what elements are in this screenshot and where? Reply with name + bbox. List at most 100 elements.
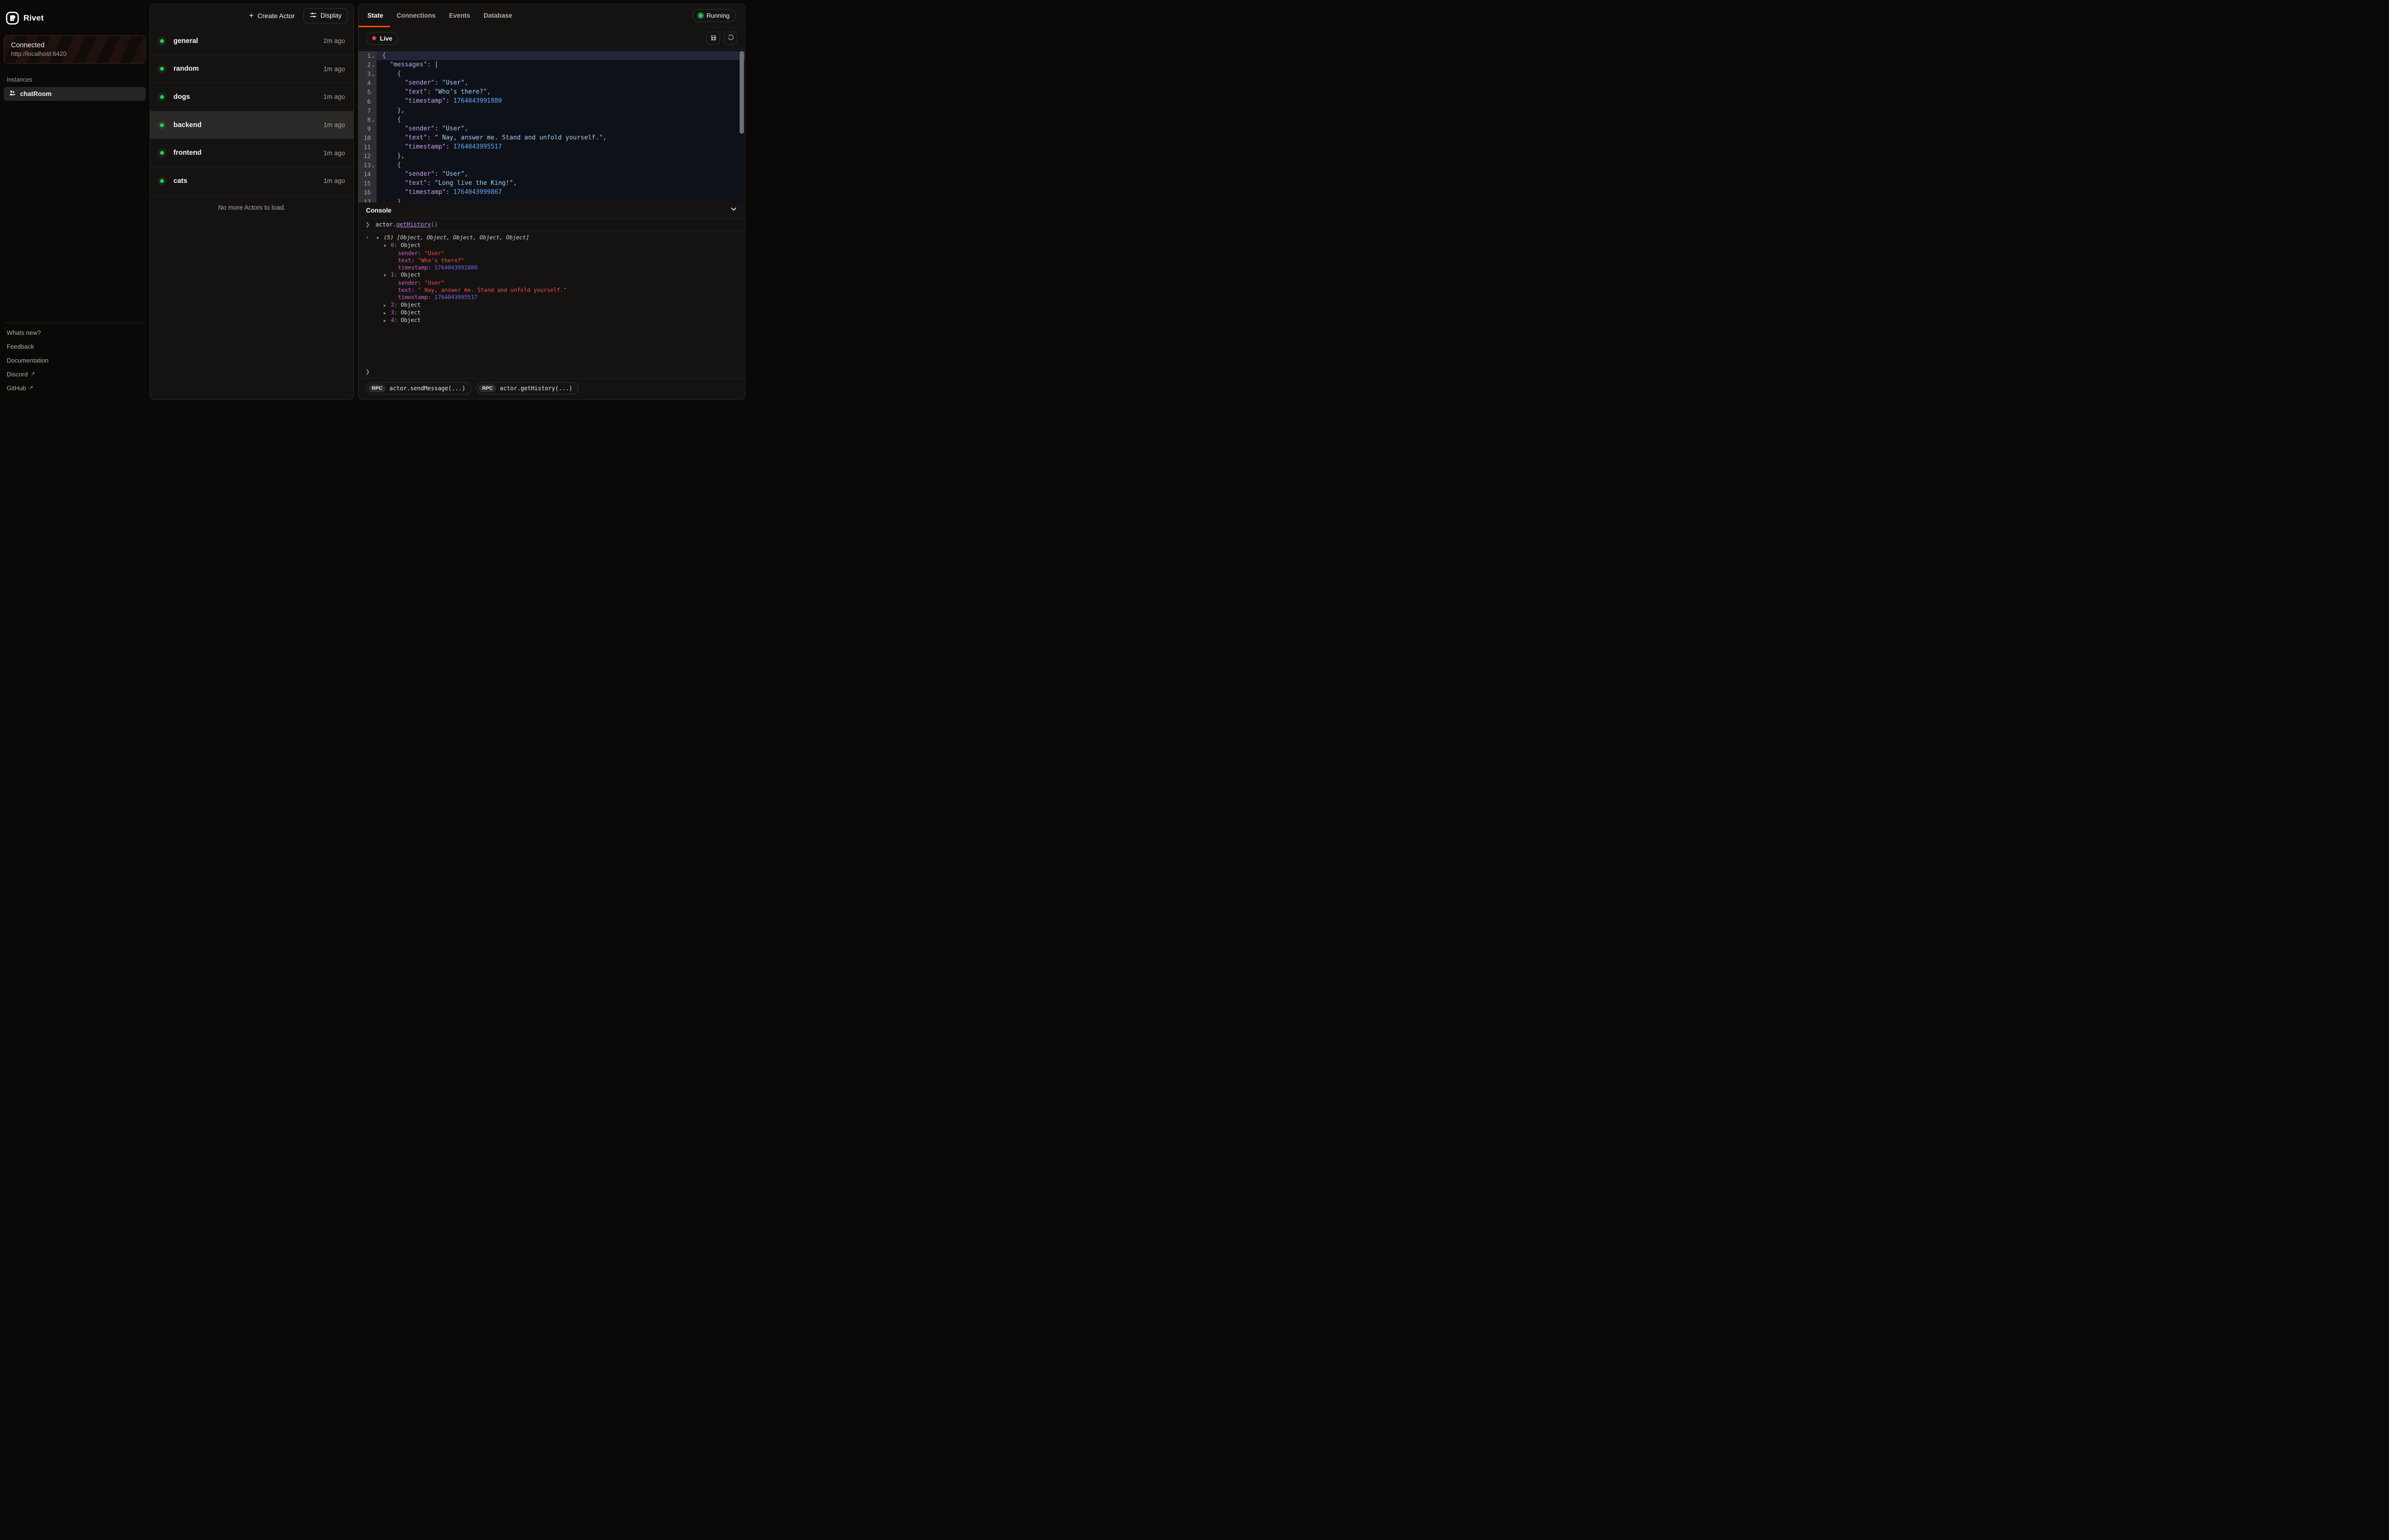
rpc-button-actor-gethistory-[interactable]: RPC actor.getHistory(...) — [476, 382, 579, 395]
actor-row-general[interactable]: general2m ago — [150, 27, 354, 55]
tab-connections[interactable]: Connections — [390, 4, 442, 27]
fold-caret-icon[interactable]: ∨ — [371, 164, 376, 169]
code-text: { — [377, 69, 745, 78]
fold-caret-icon[interactable]: ∨ — [371, 73, 376, 77]
tab-state[interactable]: State — [358, 4, 390, 27]
line-gutter: 13∨ — [358, 160, 377, 170]
scrollbar-thumb[interactable] — [740, 51, 744, 134]
expand-triangle-icon[interactable]: ▶ — [384, 302, 391, 309]
create-actor-label: Create Actor — [258, 12, 295, 20]
green-dot-icon — [699, 13, 703, 18]
indent — [382, 134, 405, 141]
console-object-2[interactable]: ▶2: Object — [384, 301, 745, 309]
app-root: Rivet Connected http://localhost:6420 In… — [0, 0, 749, 404]
line-number: 7 — [367, 107, 371, 114]
expand-triangle-icon[interactable]: ▼ — [384, 242, 391, 249]
actor-row-dogs[interactable]: dogs1m ago — [150, 83, 354, 111]
indent — [382, 180, 405, 187]
line-number: 1 — [367, 52, 371, 59]
actor-name: backend — [173, 121, 323, 129]
result-summary-text: (5) [Object, Object, Object, Object, Obj… — [384, 234, 529, 241]
code-line: 9 "sender": "User", — [358, 124, 745, 133]
inspector-panel: StateConnectionsEventsDatabase Running L… — [358, 4, 745, 400]
sidebar-link-github[interactable]: GitHub↗ — [4, 381, 146, 395]
object-type: Object — [401, 317, 421, 324]
actor-toolbar: + Create Actor Display — [150, 4, 354, 27]
line-number: 13 — [364, 161, 371, 169]
revert-button[interactable] — [724, 32, 737, 45]
token-str: " Nay, answer me. Stand and unfold yours… — [435, 134, 603, 141]
code-line: 14 "sender": "User", — [358, 170, 745, 179]
actor-row-backend[interactable]: backend1m ago — [150, 111, 354, 139]
status-dot-icon — [160, 179, 164, 183]
sliders-icon — [310, 11, 317, 20]
token-key: "sender" — [405, 125, 435, 132]
sidebar-link-discord[interactable]: Discord↗ — [4, 367, 146, 381]
expand-triangle-icon[interactable]: ▼ — [377, 235, 384, 242]
brand-name: Rivet — [23, 13, 44, 23]
indent — [382, 70, 397, 77]
actor-last-active: 1m ago — [323, 121, 345, 128]
expand-triangle-icon[interactable]: ▶ — [384, 310, 391, 317]
actor-last-active: 1m ago — [323, 65, 345, 73]
fold-caret-icon[interactable]: ∨ — [371, 119, 376, 123]
line-number: 15 — [364, 180, 371, 187]
sidebar-link-whats-new-[interactable]: Whats new? — [4, 326, 146, 340]
fold-caret-icon[interactable]: ∨ — [371, 64, 376, 68]
state-editor[interactable]: 1∨{2∨ "messages": [3∨ {4 "sender": "User… — [358, 50, 745, 203]
instance-item-chatRoom[interactable]: chatRoom — [4, 87, 146, 101]
editor-scrollbar[interactable] — [740, 51, 744, 201]
actor-row-cats[interactable]: cats1m ago — [150, 167, 354, 195]
expand-triangle-icon[interactable]: ▶ — [384, 317, 391, 324]
line-number: 4 — [367, 79, 371, 86]
connection-status-card: Connected http://localhost:6420 — [4, 35, 146, 64]
rpc-method-label: actor.getHistory(...) — [500, 385, 572, 392]
sidebar-link-label: Documentation — [7, 357, 48, 364]
sidebar: Rivet Connected http://localhost:6420 In… — [4, 4, 146, 400]
code-text: { — [377, 160, 745, 170]
save-button[interactable] — [707, 32, 720, 45]
token-key: "timestamp" — [405, 97, 446, 105]
console-object-1[interactable]: ▼1: Object — [384, 271, 745, 279]
display-button[interactable]: Display — [303, 8, 348, 23]
object-index: 3: — [391, 309, 401, 316]
actor-last-active: 1m ago — [323, 177, 345, 184]
fold-caret-icon[interactable]: ∨ — [371, 55, 376, 59]
rpc-tag: RPC — [479, 385, 496, 392]
actor-name: general — [173, 37, 323, 45]
rpc-button-actor-sendmessage-[interactable]: RPCactor.sendMessage(...) — [366, 382, 472, 395]
console-result-summary[interactable]: ‹▼(5) [Object, Object, Object, Object, O… — [366, 234, 745, 242]
console-header[interactable]: Console — [358, 203, 745, 218]
line-gutter: 9 — [358, 124, 377, 133]
sidebar-link-documentation[interactable]: Documentation — [4, 353, 146, 367]
console-prop-text: text: "Who’s there?" — [398, 257, 745, 264]
actor-row-frontend[interactable]: frontend1m ago — [150, 139, 354, 167]
console-title: Console — [366, 207, 391, 214]
object-index: 1: — [391, 271, 401, 278]
console-input[interactable]: ❯ — [358, 365, 745, 378]
token-brace: }, — [397, 152, 405, 160]
console-object-3[interactable]: ▶3: Object — [384, 309, 745, 317]
console-prop-text: text: " Nay, answer me. Stand and unfold… — [398, 287, 745, 294]
tab-database[interactable]: Database — [477, 4, 519, 27]
line-number: 14 — [364, 171, 371, 178]
console-object-4[interactable]: ▶4: Object — [384, 317, 745, 324]
line-number: 10 — [364, 134, 371, 141]
actor-row-random[interactable]: random1m ago — [150, 55, 354, 84]
expand-triangle-icon[interactable]: ▼ — [384, 272, 391, 279]
create-actor-button[interactable]: + Create Actor — [247, 9, 297, 22]
token-brace: { — [397, 161, 401, 169]
actor-last-active: 1m ago — [323, 93, 345, 100]
line-gutter: 12 — [358, 151, 377, 160]
sidebar-link-feedback[interactable]: Feedback — [4, 340, 146, 353]
tab-events[interactable]: Events — [442, 4, 477, 27]
live-badge[interactable]: Live — [366, 32, 398, 45]
line-number: 16 — [364, 189, 371, 196]
line-number: 17 — [364, 198, 371, 203]
token-brace: { — [397, 70, 401, 77]
token-str: "Who’s there?" — [435, 88, 487, 96]
chevron-down-icon[interactable] — [730, 205, 737, 215]
console-object-0[interactable]: ▼0: Object — [384, 242, 745, 249]
token-punc: , — [603, 134, 607, 141]
indent — [382, 171, 405, 178]
